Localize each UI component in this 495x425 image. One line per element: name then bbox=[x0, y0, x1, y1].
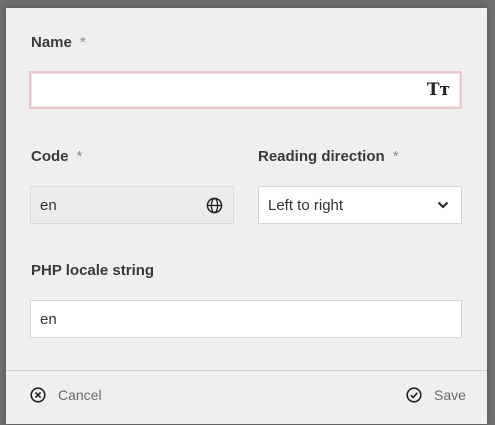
chevron-down-icon[interactable] bbox=[437, 201, 449, 209]
language-dialog: Name * Tт Code * en Reading direction * Lef… bbox=[6, 8, 487, 424]
save-label: Save bbox=[434, 387, 466, 403]
cancel-label: Cancel bbox=[58, 387, 102, 403]
name-input[interactable]: Tт bbox=[29, 71, 462, 109]
code-label: Code * bbox=[31, 148, 83, 165]
cancel-button[interactable]: Cancel bbox=[30, 387, 102, 403]
save-button[interactable]: Save bbox=[406, 387, 466, 403]
text-format-icon[interactable]: Tт bbox=[427, 80, 450, 100]
dialog-footer: Cancel Save bbox=[6, 370, 487, 425]
check-circle-icon bbox=[406, 387, 422, 403]
php-locale-label: PHP locale string bbox=[31, 262, 155, 279]
code-input[interactable]: en bbox=[30, 186, 234, 224]
close-circle-icon bbox=[30, 387, 46, 403]
name-label: Name * bbox=[31, 34, 86, 51]
php-locale-input[interactable]: en bbox=[30, 300, 462, 338]
globe-icon bbox=[206, 197, 223, 214]
reading-direction-label: Reading direction * bbox=[258, 148, 399, 165]
reading-direction-select[interactable]: Left to right bbox=[258, 186, 462, 224]
